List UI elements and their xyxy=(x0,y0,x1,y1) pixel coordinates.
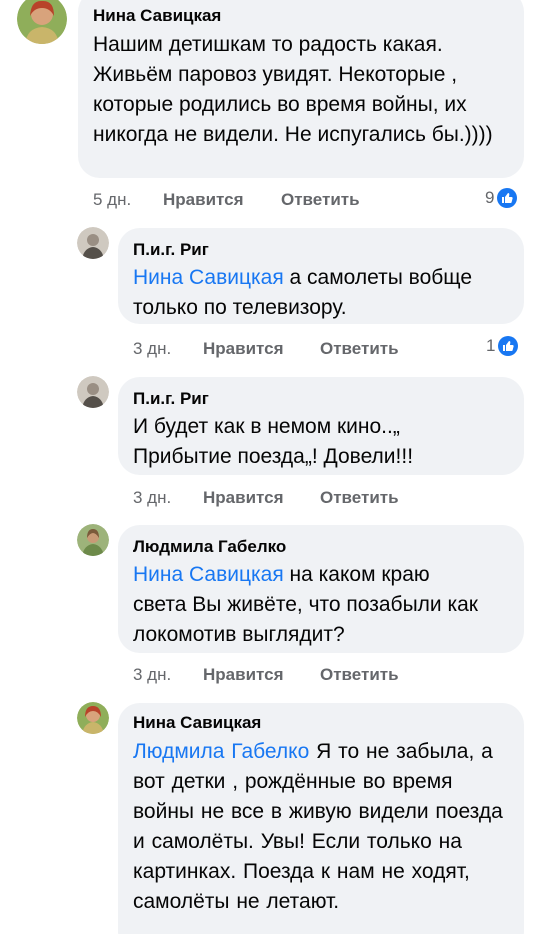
mention-link[interactable]: Нина Савицкая xyxy=(133,266,284,289)
comment-body: Нашим детишкам то радость какая. Живьём … xyxy=(93,33,493,146)
avatar[interactable] xyxy=(77,376,109,408)
thumbs-up-icon xyxy=(497,188,518,208)
reply-button[interactable]: Ответить xyxy=(320,488,399,508)
comment-body: Я то не забыла, а вот детки , рождённые … xyxy=(133,740,503,913)
comments-thread: Нина Савицкая Нашим детишкам то радость … xyxy=(0,0,540,934)
comment-author[interactable]: П.и.г. Риг xyxy=(133,240,209,260)
avatar[interactable] xyxy=(17,0,67,44)
reply-button[interactable]: Ответить xyxy=(281,190,360,210)
reaction-count[interactable]: 9 xyxy=(485,187,518,209)
comment-author[interactable]: Людмила Габелко xyxy=(133,537,286,557)
comment-body: И будет как в немом кино..„ Прибытие пое… xyxy=(133,415,414,468)
comment-time[interactable]: 3 дн. xyxy=(133,488,171,508)
comment-text: Нина Савицкая а самолеты вобще только по… xyxy=(133,263,513,323)
comment-bubble: Людмила Габелко Нина Савицкая на каком к… xyxy=(118,525,524,653)
comment-time[interactable]: 3 дн. xyxy=(133,339,171,359)
reaction-count[interactable]: 1 xyxy=(486,335,519,357)
reply-button[interactable]: Ответить xyxy=(320,665,399,685)
like-button[interactable]: Нравится xyxy=(203,339,284,359)
reply-button[interactable]: Ответить xyxy=(320,339,399,359)
avatar[interactable] xyxy=(77,227,109,259)
comment-text: И будет как в немом кино..„ Прибытие пое… xyxy=(133,412,473,472)
comment-time[interactable]: 3 дн. xyxy=(133,665,171,685)
reaction-number: 1 xyxy=(486,336,496,355)
mention-link[interactable]: Нина Савицкая xyxy=(133,563,284,586)
comment-bubble: Нина Савицкая Нашим детишкам то радость … xyxy=(78,0,524,178)
like-button[interactable]: Нравится xyxy=(203,665,284,685)
avatar[interactable] xyxy=(77,524,109,556)
thumbs-up-icon xyxy=(498,336,519,356)
comment-text: Людмила Габелко Я то не забыла, а вот де… xyxy=(133,737,513,917)
like-button[interactable]: Нравится xyxy=(163,190,244,210)
comment-bubble: Нина Савицкая Людмила Габелко Я то не за… xyxy=(118,703,524,934)
comment-author[interactable]: Нина Савицкая xyxy=(93,6,221,26)
mention-link[interactable]: Людмила Габелко xyxy=(133,740,309,763)
comment-bubble: П.и.г. Риг И будет как в немом кино..„ П… xyxy=(118,377,524,475)
reaction-number: 9 xyxy=(485,188,495,207)
comment-time[interactable]: 5 дн. xyxy=(93,190,131,210)
avatar[interactable] xyxy=(77,702,109,734)
comment-text: Нина Савицкая на каком краю света Вы жив… xyxy=(133,560,483,650)
comment-author[interactable]: П.и.г. Риг xyxy=(133,389,209,409)
comment-text: Нашим детишкам то радость какая. Живьём … xyxy=(93,30,518,150)
like-button[interactable]: Нравится xyxy=(203,488,284,508)
comment-author[interactable]: Нина Савицкая xyxy=(133,713,261,733)
comment-bubble: П.и.г. Риг Нина Савицкая а самолеты вобщ… xyxy=(118,228,524,324)
